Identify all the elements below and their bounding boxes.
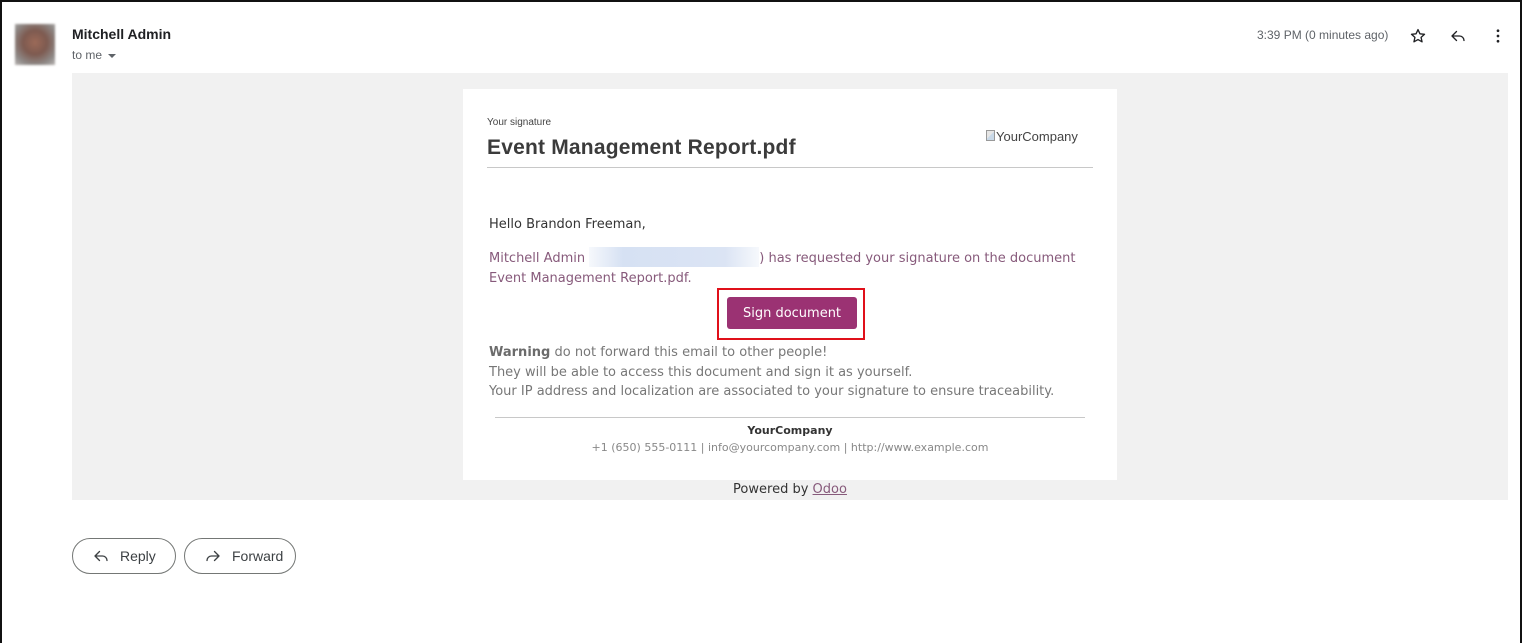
odoo-link[interactable]: Odoo	[813, 482, 847, 497]
star-icon[interactable]	[1406, 24, 1430, 48]
recipient-label: to me	[72, 48, 103, 62]
warning-message: do not forward this email to other peopl…	[554, 345, 828, 360]
sign-document-button[interactable]: Sign document	[727, 297, 857, 329]
request-document: Event Management Report.pdf.	[489, 271, 692, 286]
warning-line-2: They will be able to access this documen…	[489, 364, 913, 380]
reply-label: Reply	[120, 548, 156, 564]
email-card: Your signature Event Management Report.p…	[463, 89, 1117, 480]
reply-button[interactable]: Reply	[72, 538, 176, 574]
recipient-details[interactable]: to me	[72, 48, 117, 62]
warning-text: Warning do not forward this email to oth…	[489, 343, 1054, 402]
signature-request-text: Mitchell Admin ) has requested your sign…	[489, 247, 1089, 289]
greeting: Hello Brandon Freeman,	[489, 217, 646, 232]
reply-arrow-icon	[94, 550, 108, 562]
logo-alt-text: YourCompany	[996, 129, 1078, 144]
redacted-email	[589, 247, 760, 267]
warning-label: Warning	[489, 345, 551, 360]
timestamp: 3:39 PM (0 minutes ago)	[1257, 28, 1389, 42]
forward-label: Forward	[232, 548, 284, 564]
divider	[487, 167, 1093, 168]
broken-image-icon	[986, 130, 995, 141]
email-subtitle: Your signature	[487, 117, 552, 128]
more-vert-icon[interactable]	[1486, 24, 1510, 48]
sender-name[interactable]: Mitchell Admin	[72, 26, 171, 42]
request-text: ) has requested your signature on the do…	[759, 251, 1076, 266]
reply-icon[interactable]	[1446, 24, 1470, 48]
forward-arrow-icon	[206, 550, 220, 562]
company-logo: YourCompany	[986, 129, 1078, 144]
company-name: YourCompany	[747, 424, 833, 437]
company-info: +1 (650) 555-0111 | info@yourcompany.com…	[591, 441, 989, 454]
footer-divider	[495, 417, 1085, 418]
sign-highlight: Sign document	[717, 288, 865, 340]
warning-line-3: Your IP address and localization are ass…	[489, 384, 1055, 399]
powered-by: Powered by Odoo	[0, 482, 1522, 497]
avatar[interactable]	[15, 24, 55, 65]
document-title: Event Management Report.pdf	[487, 136, 796, 159]
chevron-down-icon[interactable]	[108, 53, 117, 58]
forward-button[interactable]: Forward	[184, 538, 296, 574]
request-sender: Mitchell Admin	[489, 251, 586, 266]
powered-by-text: Powered by	[733, 482, 809, 497]
